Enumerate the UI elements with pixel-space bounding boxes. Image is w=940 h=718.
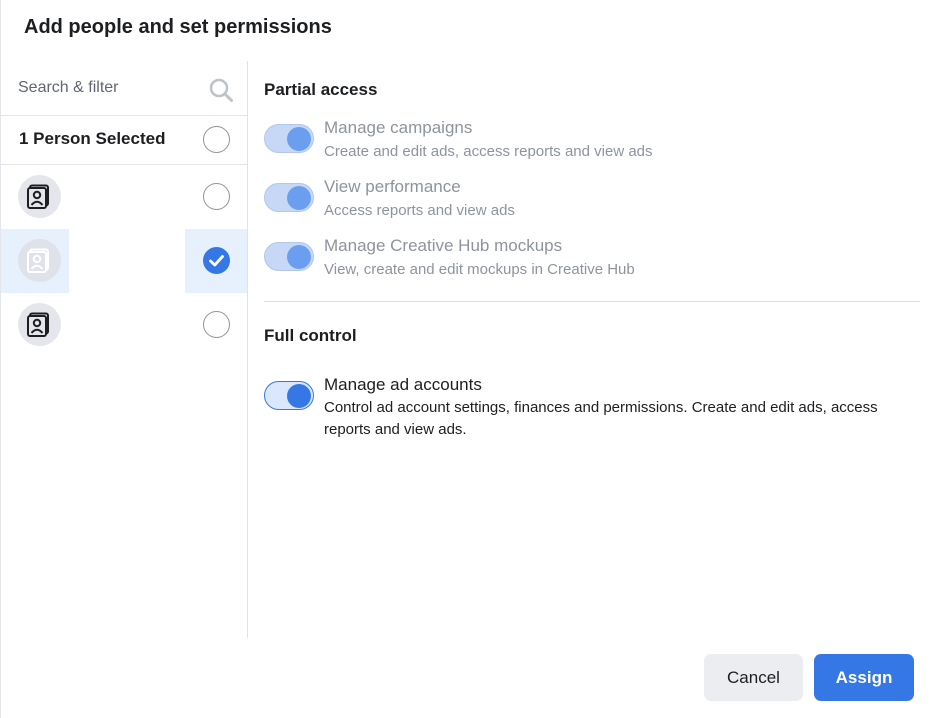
person-badge-icon — [27, 184, 49, 209]
avatar — [18, 239, 61, 282]
view-performance-toggle[interactable] — [264, 183, 314, 212]
creative-hub-toggle[interactable] — [264, 242, 314, 271]
section-divider — [264, 301, 920, 302]
avatar — [18, 303, 61, 346]
toggle-knob — [287, 186, 311, 210]
select-all-radio[interactable] — [203, 126, 230, 153]
person-row[interactable] — [1, 293, 247, 357]
dialog-title: Add people and set permissions — [24, 16, 332, 38]
permissions-dialog: Add people and set permissions Search & … — [0, 0, 940, 718]
person-badge-icon — [27, 248, 49, 273]
person-select-radio[interactable] — [203, 311, 230, 338]
permission-description: Access reports and view ads — [324, 202, 515, 219]
permission-title: Manage Creative Hub mockups — [324, 236, 563, 255]
selected-count-label: 1 Person Selected — [19, 129, 166, 148]
permission-title: Manage campaigns — [324, 118, 473, 137]
checkmark-icon — [209, 255, 224, 267]
assign-button[interactable]: Assign — [814, 654, 914, 701]
person-row[interactable] — [1, 165, 247, 229]
permission-title: View performance — [324, 177, 461, 196]
search-input[interactable]: Search & filter — [18, 79, 118, 97]
manage-campaigns-toggle[interactable] — [264, 124, 314, 153]
permission-title: Manage ad accounts — [324, 375, 482, 394]
search-icon[interactable] — [208, 77, 234, 103]
cancel-button[interactable]: Cancel — [704, 654, 803, 701]
toggle-knob — [287, 245, 311, 269]
toggle-knob — [287, 384, 311, 408]
permission-description: Create and edit ads, access reports and … — [324, 143, 653, 160]
person-select-radio[interactable] — [203, 183, 230, 210]
person-badge-icon — [27, 312, 49, 337]
partial-access-heading: Partial access — [264, 80, 378, 99]
toggle-knob — [287, 127, 311, 151]
selection-summary-row: 1 Person Selected — [1, 116, 247, 165]
avatar — [18, 175, 61, 218]
person-select-radio-checked[interactable] — [203, 247, 230, 274]
permission-description: Control ad account settings, finances an… — [324, 399, 878, 438]
person-row-selected[interactable] — [1, 229, 247, 293]
full-control-heading: Full control — [264, 326, 357, 345]
manage-ad-accounts-toggle[interactable] — [264, 381, 314, 410]
permission-description: View, create and edit mockups in Creativ… — [324, 261, 635, 278]
search-bar[interactable]: Search & filter — [1, 61, 247, 116]
people-panel: Search & filter 1 Person Selected — [1, 61, 248, 638]
